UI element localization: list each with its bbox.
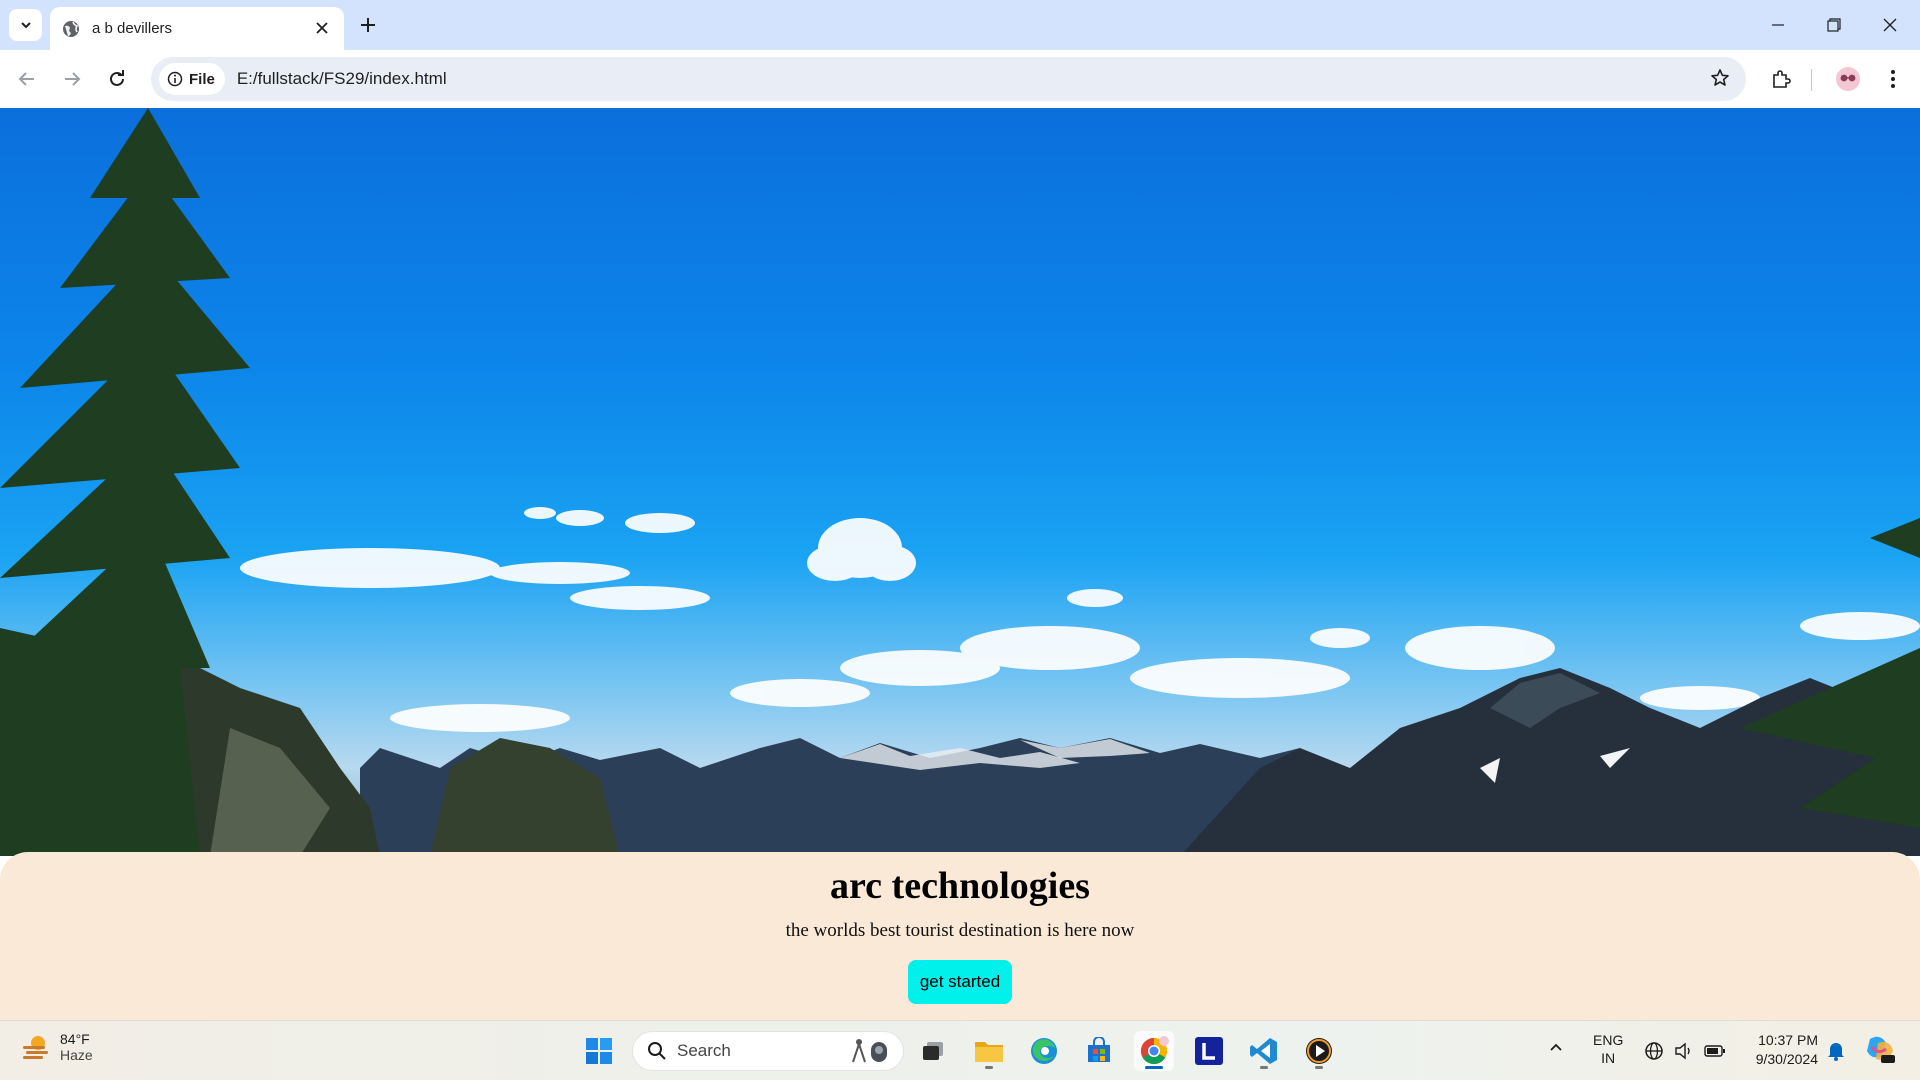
task-view-icon xyxy=(923,1042,943,1060)
page-title: arc technologies xyxy=(830,865,1090,907)
clock-date: 9/30/2024 xyxy=(1755,1051,1818,1067)
url-text[interactable]: E:/fullstack/FS29/index.html xyxy=(237,69,447,89)
folder-icon xyxy=(975,1042,1003,1062)
battery-icon xyxy=(1704,1045,1725,1057)
restore-button[interactable] xyxy=(1806,0,1862,50)
weather-widget[interactable]: 84°F Haze xyxy=(20,1031,93,1063)
battery-button[interactable] xyxy=(1704,1041,1726,1065)
search-icon xyxy=(648,1042,666,1060)
restore-icon xyxy=(1827,18,1841,32)
more-vertical-icon xyxy=(1891,70,1895,88)
globe-network-icon xyxy=(1645,1042,1663,1060)
volume-button[interactable] xyxy=(1674,1041,1694,1065)
edge-browser-icon xyxy=(1031,1038,1057,1064)
hero-image xyxy=(0,108,1920,856)
weather-condition: Haze xyxy=(60,1047,93,1063)
puzzle-icon xyxy=(1773,70,1791,88)
language-code: ENG xyxy=(1593,1032,1624,1048)
weather-temp: 84°F xyxy=(60,1031,90,1047)
web-page: arc technologies the worlds best tourist… xyxy=(0,108,1920,1020)
back-button[interactable] xyxy=(10,62,44,96)
address-bar[interactable]: File E:/fullstack/FS29/index.html xyxy=(151,57,1746,101)
windows-logo-icon xyxy=(586,1038,612,1064)
globe-icon xyxy=(63,20,79,37)
play-icon xyxy=(1306,1038,1332,1064)
intro-section: arc technologies the worlds best tourist… xyxy=(0,852,1920,1020)
tab-title: a b devillers xyxy=(92,20,173,37)
show-hidden-icons-button[interactable] xyxy=(1548,1039,1564,1059)
media-player-button[interactable] xyxy=(1299,1031,1339,1071)
taskbar-search[interactable]: Search xyxy=(632,1031,904,1071)
search-label: Search xyxy=(677,1041,731,1060)
network-icon-button[interactable] xyxy=(1644,1041,1664,1065)
extensions-button[interactable] xyxy=(1764,62,1798,96)
minimize-button[interactable] xyxy=(1750,0,1806,50)
tab-strip: a b devillers xyxy=(0,0,1920,50)
store-icon xyxy=(1088,1037,1110,1062)
tab-search-button[interactable] xyxy=(9,9,42,41)
info-icon xyxy=(167,71,183,87)
copilot-icon xyxy=(1867,1036,1895,1063)
clock[interactable]: 10:37 PM 9/30/2024 xyxy=(1740,1031,1818,1069)
edge-button[interactable] xyxy=(1024,1031,1064,1071)
browser-toolbar: File E:/fullstack/FS29/index.html xyxy=(0,50,1920,108)
copilot-button[interactable] xyxy=(1864,1035,1896,1069)
running-indicator xyxy=(1315,1066,1323,1069)
vscode-icon xyxy=(1250,1038,1277,1064)
site-info-chip[interactable]: File xyxy=(159,63,225,95)
start-button[interactable] xyxy=(579,1031,619,1071)
reload-button[interactable] xyxy=(100,62,134,96)
running-indicator xyxy=(1260,1066,1268,1069)
page-subtitle: the worlds best tourist destination is h… xyxy=(785,920,1135,941)
plus-icon xyxy=(361,18,375,32)
store-button[interactable] xyxy=(1079,1031,1119,1071)
chevron-up-icon xyxy=(1550,1043,1562,1051)
chrome-button[interactable] xyxy=(1134,1031,1174,1071)
bell-icon xyxy=(1828,1043,1844,1061)
scheme-label: File xyxy=(189,70,215,88)
region-code: IN xyxy=(1601,1050,1616,1066)
close-icon xyxy=(316,22,328,34)
forward-button[interactable] xyxy=(55,62,89,96)
close-icon xyxy=(1883,18,1897,32)
lens-app-button[interactable] xyxy=(1189,1031,1229,1071)
avatar xyxy=(1836,67,1860,91)
notifications-button[interactable] xyxy=(1826,1039,1846,1065)
active-indicator xyxy=(1145,1066,1163,1069)
close-window-button[interactable] xyxy=(1862,0,1918,50)
tab-close-button[interactable] xyxy=(312,18,332,39)
arrow-left-icon xyxy=(18,72,34,86)
clock-time: 10:37 PM xyxy=(1758,1032,1818,1048)
input-language[interactable]: ENG IN xyxy=(1593,1031,1623,1067)
file-explorer-button[interactable] xyxy=(969,1031,1009,1071)
speaker-icon xyxy=(1675,1042,1690,1060)
running-indicator xyxy=(985,1066,993,1069)
arrow-right-icon xyxy=(65,72,81,86)
star-icon xyxy=(1711,69,1729,86)
taskbar: 84°F Haze Search ENG IN 10:37 PM 9/30/20… xyxy=(0,1020,1920,1080)
new-tab-button[interactable] xyxy=(354,11,382,39)
get-started-button[interactable]: get started xyxy=(908,960,1012,1004)
search-highlight-icon xyxy=(852,1039,887,1063)
profile-button[interactable] xyxy=(1831,62,1865,96)
menu-button[interactable] xyxy=(1876,62,1910,96)
browser-tab[interactable]: a b devillers xyxy=(50,7,344,50)
haze-weather-icon xyxy=(23,1036,48,1059)
mountain-landscape-illustration xyxy=(0,108,1920,856)
reload-icon xyxy=(110,70,124,86)
toolbar-separator xyxy=(1811,69,1812,91)
chrome-icon xyxy=(1140,1036,1169,1065)
bookmark-button[interactable] xyxy=(1710,68,1730,93)
chevron-down-icon xyxy=(20,22,31,29)
letter-l-app-icon xyxy=(1195,1037,1223,1065)
vscode-button[interactable] xyxy=(1244,1031,1284,1071)
minimize-icon xyxy=(1772,24,1784,26)
task-view-button[interactable] xyxy=(914,1031,954,1071)
